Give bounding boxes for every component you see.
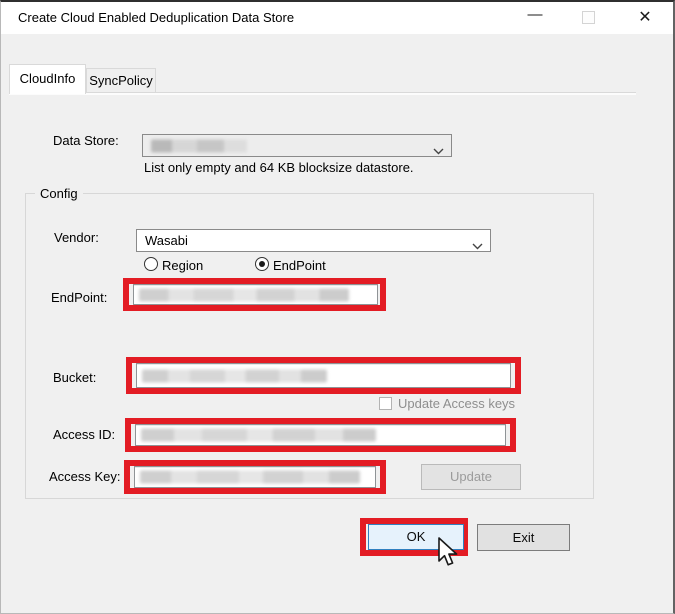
access-id-input[interactable] [135,424,506,446]
vendor-value: Wasabi [145,233,188,248]
redacted-bucket-value [142,369,327,382]
bucket-label: Bucket: [53,370,96,385]
endpoint-highlight-box [123,278,386,311]
redacted-endpoint-value [139,288,349,301]
vendor-dropdown[interactable]: Wasabi [136,229,491,252]
config-group-title: Config [35,186,83,201]
title-bar: Create Cloud Enabled Deduplication Data … [1,2,673,34]
mouse-cursor-icon [437,537,463,576]
endpoint-radio-label: EndPoint [273,258,326,273]
data-store-dropdown[interactable] [142,134,452,157]
update-access-keys-label: Update Access keys [398,396,515,411]
region-radio[interactable] [144,257,158,271]
close-icon: ✕ [638,9,651,26]
redacted-access-id-value [141,429,376,442]
redacted-access-key-value [140,471,360,484]
bucket-input[interactable] [136,363,511,388]
minimize-button[interactable]: — [513,2,557,34]
update-button[interactable]: Update [421,464,521,490]
access-key-label: Access Key: [49,469,121,484]
radio-selected-dot [259,261,265,267]
close-button[interactable]: ✕ [623,2,667,34]
access-id-label: Access ID: [53,427,115,442]
data-store-note: List only empty and 64 KB blocksize data… [144,160,414,175]
bucket-highlight-box [126,357,521,394]
vendor-label: Vendor: [54,230,99,245]
tab-cloudinfo[interactable]: CloudInfo [9,64,86,94]
window-title: Create Cloud Enabled Deduplication Data … [18,10,294,25]
data-store-label: Data Store: [53,133,119,148]
redacted-data-store-value [151,139,247,152]
chevron-down-icon [472,237,483,255]
region-radio-label: Region [162,258,203,273]
tab-syncpolicy[interactable]: SyncPolicy [86,68,156,94]
endpoint-input[interactable] [133,284,378,305]
tab-pane-border [9,92,636,95]
access-key-input[interactable] [134,466,376,488]
maximize-icon [582,11,595,24]
chevron-down-icon [433,142,444,160]
exit-button[interactable]: Exit [477,524,570,551]
minimize-icon: — [528,6,543,23]
endpoint-label: EndPoint: [51,290,107,305]
endpoint-radio[interactable] [255,257,269,271]
access-id-highlight-box [125,418,516,452]
access-key-highlight-box [124,460,386,494]
update-access-keys-checkbox[interactable] [379,397,392,410]
maximize-button [567,2,611,34]
dialog-window: Create Cloud Enabled Deduplication Data … [0,0,675,614]
